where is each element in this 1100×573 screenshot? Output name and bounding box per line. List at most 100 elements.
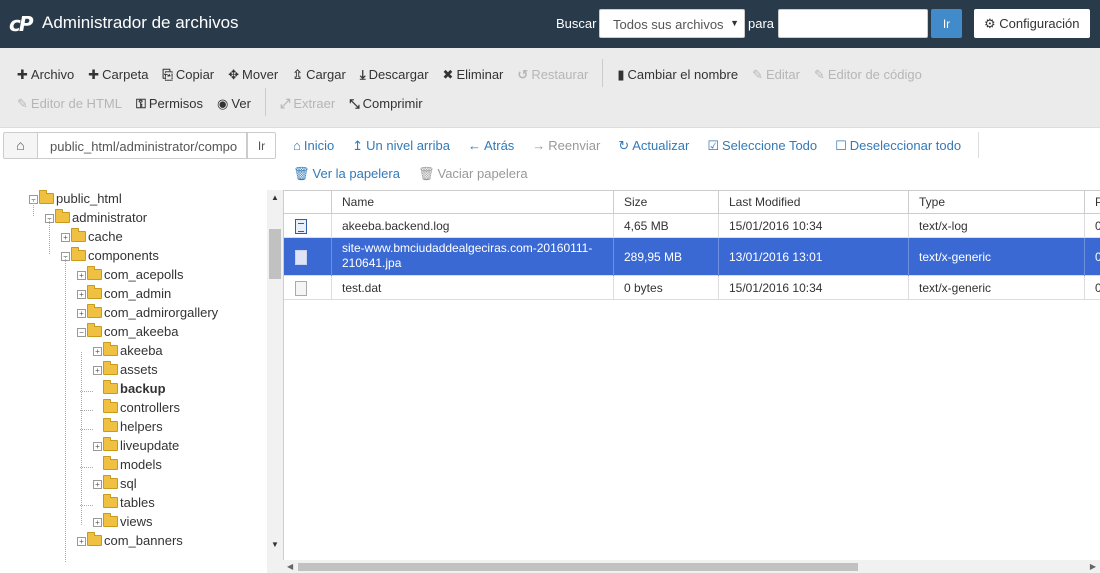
tree-scroll-thumb[interactable]: [269, 229, 281, 279]
tree-folder-item[interactable]: models: [93, 456, 162, 476]
comprimir-button[interactable]: ⤡ Comprimir: [349, 96, 422, 112]
column-header[interactable]: [284, 191, 331, 214]
nav-deseleccionar-todo-link[interactable]: ☐ Deseleccionar todo: [835, 138, 961, 154]
nav-inicio-label: Inicio: [303, 138, 335, 153]
toolbar-row-1: ✚ Archivo ✚ Carpeta ⎘ Copiar ✥ Mover ⇫ Cargar ⤓ Des…: [17, 59, 936, 87]
nav-atrás-link[interactable]: ← Atrás: [468, 138, 514, 153]
search-input[interactable]: [778, 9, 928, 38]
tree-folder-item[interactable]: + views: [93, 513, 153, 533]
file-name-line[interactable]: 210641.jpa: [342, 256, 613, 271]
tree-folder-item[interactable]: − components: [61, 247, 159, 267]
generic-file-icon: [295, 250, 307, 265]
settings-button[interactable]: ⚙ Configuración: [974, 9, 1090, 38]
scroll-down-arrow-icon[interactable]: ▼: [271, 540, 279, 549]
expand-icon[interactable]: +: [77, 309, 86, 318]
column-header[interactable]: Type: [908, 191, 1084, 214]
generic-file-icon: [295, 281, 307, 296]
tree-guide-line: [81, 352, 82, 525]
eliminar-button[interactable]: ✖ Eliminar: [443, 67, 504, 83]
tree-folder-item[interactable]: + akeeba: [93, 342, 163, 362]
collapse-icon[interactable]: −: [77, 328, 86, 337]
search-go-button[interactable]: Ir: [931, 9, 962, 38]
tree-folder-label: assets: [120, 362, 158, 377]
tree-folder-label: com_acepolls: [104, 267, 184, 282]
tree-folder-item[interactable]: tables: [93, 494, 155, 514]
copiar-button[interactable]: ⎘ Copiar: [162, 67, 214, 83]
cell-modified: 15/01/2016 10:34: [718, 276, 908, 300]
scroll-right-arrow-icon[interactable]: ▶: [1090, 562, 1096, 571]
expand-icon[interactable]: +: [93, 518, 102, 527]
editor-de-html-label: Editor de HTML: [30, 96, 122, 112]
expand-icon: ⤢: [279, 96, 291, 112]
table-row[interactable]: test.dat 0 bytes 15/01/2016 10:34 text/x-ge…: [284, 276, 1100, 300]
tree-scrollbar[interactable]: ▲ ▼: [267, 190, 283, 573]
search-label: Buscar: [556, 16, 597, 31]
ver-button[interactable]: ◉ Ver: [217, 96, 251, 112]
expand-icon[interactable]: +: [77, 290, 86, 299]
tree-folder-item[interactable]: + com_admin: [77, 285, 171, 305]
horizontal-scroll-thumb[interactable]: [298, 563, 858, 571]
cell-size: 4,65 MB: [613, 214, 718, 238]
column-header[interactable]: Last Modified: [718, 191, 908, 214]
column-header[interactable]: P: [1084, 191, 1100, 214]
cell-size-value: 4,65 MB: [624, 219, 669, 233]
table-row[interactable]: akeeba.backend.log 4,65 MB 15/01/2016 10:3…: [284, 214, 1100, 238]
nav-inicio-link[interactable]: ⌂ Inicio: [293, 138, 334, 153]
column-header[interactable]: Size: [613, 191, 718, 214]
search-scope-select[interactable]: Todos sus archivos ▼: [599, 9, 745, 38]
descargar-button[interactable]: ⤓ Descargar: [360, 67, 429, 83]
mover-button[interactable]: ✥ Mover: [228, 67, 278, 83]
navigation-row-2: 🗑 Ver la papelera 🗑 Vaciar papelera: [293, 166, 546, 184]
scroll-up-arrow-icon[interactable]: ▲: [271, 193, 279, 202]
path-go-button[interactable]: Ir: [247, 132, 276, 159]
tree-folder-label: administrator: [72, 210, 148, 225]
tree-folder-item[interactable]: + cache: [61, 228, 123, 248]
file-name-line[interactable]: akeeba.backend.log: [342, 219, 613, 234]
path-input[interactable]: public_html/administrator/compo: [37, 132, 247, 159]
expand-icon[interactable]: +: [77, 537, 86, 546]
nav-un-nivel-arriba-link[interactable]: ↥ Un nivel arriba: [352, 138, 450, 154]
tree-folder-item[interactable]: + com_acepolls: [77, 266, 184, 286]
archivo-button[interactable]: ✚ Archivo: [17, 67, 74, 83]
expand-icon[interactable]: +: [93, 442, 102, 451]
html-editor-icon: ✎: [17, 96, 28, 112]
folder-icon: [87, 285, 102, 299]
cell-name: test.dat: [331, 276, 613, 300]
permisos-button[interactable]: ⚿ Permisos: [136, 96, 203, 112]
tree-folder-item[interactable]: backup: [93, 380, 166, 400]
tree-folder-item[interactable]: − com_akeeba: [77, 323, 178, 343]
nav-actualizar-link[interactable]: ↻ Actualizar: [618, 138, 689, 154]
tree-folder-item[interactable]: + com_admirorgallery: [77, 304, 218, 324]
expand-icon[interactable]: +: [61, 233, 70, 242]
tree-folder-item[interactable]: controllers: [93, 399, 180, 419]
nav-seleccione-todo-link[interactable]: ☑ Seleccione Todo: [707, 138, 817, 154]
tree-folder-item[interactable]: + assets: [93, 361, 158, 381]
expand-icon[interactable]: +: [93, 366, 102, 375]
gear-icon: ⚙: [984, 16, 996, 31]
tree-folder-item[interactable]: − administrator: [45, 209, 148, 229]
cambiar-el-nombre-button[interactable]: ▮ Cambiar el nombre: [617, 67, 738, 83]
tree-folder-item[interactable]: helpers: [93, 418, 163, 438]
tree-folder-item[interactable]: + sql: [93, 475, 137, 495]
settings-button-label: Configuración: [999, 16, 1080, 31]
file-list-horizontal-scrollbar[interactable]: ◀ ▶: [283, 560, 1100, 573]
nav-ver-la-papelera-link[interactable]: 🗑 Ver la papelera: [293, 166, 400, 182]
folder-icon: [103, 418, 118, 432]
tree-folder-item[interactable]: + liveupdate: [93, 437, 179, 457]
tree-folder-item[interactable]: − public_html: [29, 190, 122, 210]
tree-folder-item[interactable]: + com_banners: [77, 532, 183, 552]
expand-icon[interactable]: +: [93, 480, 102, 489]
file-name-line[interactable]: test.dat: [342, 281, 613, 296]
cell-size: 0 bytes: [613, 276, 718, 300]
table-row[interactable]: site-www.bmciudaddealgeciras.com-2016011…: [284, 238, 1100, 276]
scroll-left-arrow-icon[interactable]: ◀: [287, 562, 293, 571]
expand-icon[interactable]: +: [77, 271, 86, 280]
home-directory-button[interactable]: ⌂: [3, 132, 38, 159]
carpeta-button[interactable]: ✚ Carpeta: [88, 67, 148, 83]
column-header[interactable]: Name: [331, 191, 613, 214]
tree-guide-line: [80, 391, 93, 392]
expand-icon[interactable]: +: [93, 347, 102, 356]
cargar-button[interactable]: ⇫ Cargar: [292, 67, 346, 83]
nav-un-nivel-arriba-label: Un nivel arriba: [366, 138, 450, 153]
file-name-line[interactable]: site-www.bmciudaddealgeciras.com-2016011…: [342, 241, 613, 256]
